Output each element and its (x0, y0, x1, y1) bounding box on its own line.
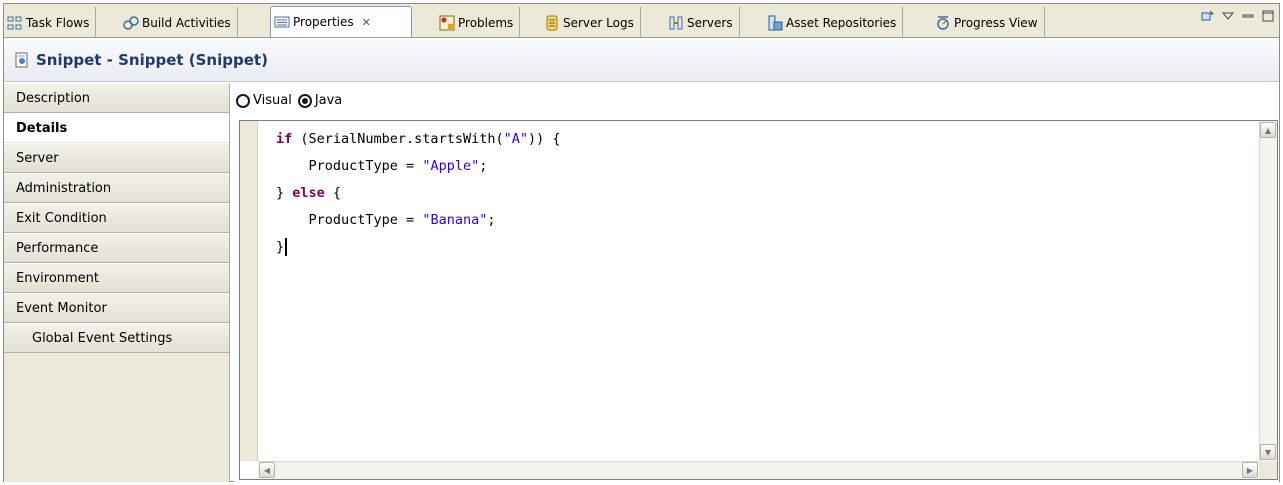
properties-title-bar: Snippet - Snippet (Snippet) (4, 39, 1279, 82)
code-line: } else { (276, 185, 342, 201)
java-code-editor[interactable]: if (SerialNumber.startsWith("A")) { Prod… (239, 120, 1278, 480)
sidebar-item-performance[interactable]: Performance (4, 233, 229, 263)
sidebar-item-global-event-settings[interactable]: Global Event Settings (4, 323, 229, 353)
tab-build-activities[interactable]: Build Activities (120, 7, 238, 38)
build-activities-icon (123, 15, 139, 30)
server-logs-icon (546, 15, 558, 30)
java-radio[interactable]: Java (297, 93, 343, 108)
radio-unchecked-icon (236, 93, 250, 108)
tab-label: Servers (687, 15, 733, 30)
sidebar-item-label: Event Monitor (16, 300, 107, 316)
pin-view-icon[interactable] (1201, 9, 1215, 23)
radio-label: Java (314, 93, 343, 108)
tab-servers[interactable]: Servers (665, 7, 740, 38)
editor-gutter (240, 121, 258, 461)
scrollbar-corner (1259, 461, 1277, 479)
sidebar-item-administration[interactable]: Administration (4, 173, 229, 203)
text-caret (285, 238, 288, 256)
radio-label: Visual (253, 93, 292, 108)
radio-checked-icon (297, 93, 312, 108)
code-line: } (276, 234, 561, 261)
scroll-left-button[interactable]: ◀ (259, 462, 275, 478)
sidebar-item-label: Environment (16, 270, 100, 286)
tab-label: Build Activities (142, 15, 231, 30)
tab-label: Server Logs (563, 15, 634, 30)
task-flows-icon (7, 16, 22, 29)
properties-sidebar: Description Details Server Administratio… (4, 83, 230, 482)
code-line: ProductType = "Banana"; (276, 212, 496, 228)
problems-icon (439, 15, 455, 30)
view-toolbar (1201, 9, 1275, 23)
view-menu-icon[interactable] (1221, 9, 1235, 23)
view-tab-bar: Task Flows Build Activities Properties ✕… (4, 4, 1279, 38)
sidebar-item-description[interactable]: Description (4, 83, 229, 113)
properties-icon (274, 16, 290, 28)
tab-properties[interactable]: Properties ✕ (270, 6, 412, 37)
close-icon[interactable]: ✕ (362, 16, 371, 29)
editor-mode-group: Visual Java (236, 93, 348, 108)
page-title: Snippet - Snippet (Snippet) (36, 51, 268, 69)
tab-problems[interactable]: Problems (436, 7, 521, 38)
tab-label: Progress View (954, 15, 1038, 30)
sidebar-item-label: Administration (16, 180, 112, 196)
progress-view-icon (937, 15, 949, 30)
tab-label: Problems (458, 15, 514, 30)
tab-label: Task Flows (26, 15, 90, 30)
asset-repositories-icon (768, 15, 783, 30)
sidebar-item-server[interactable]: Server (4, 143, 229, 173)
sidebar-item-event-monitor[interactable]: Event Monitor (4, 293, 229, 323)
servers-icon (669, 16, 683, 29)
tab-label: Asset Repositories (786, 15, 897, 30)
sidebar-item-label: Global Event Settings (32, 330, 173, 346)
code-text[interactable]: if (SerialNumber.startsWith("A")) { Prod… (276, 126, 561, 261)
sidebar-item-label: Details (16, 120, 68, 136)
tab-server-logs[interactable]: Server Logs (541, 7, 641, 38)
code-line: ProductType = "Apple"; (276, 158, 488, 174)
scroll-right-button[interactable]: ▶ (1242, 462, 1258, 478)
details-panel: Visual Java if (SerialNumber.startsWith(… (234, 83, 1279, 482)
properties-view: Task Flows Build Activities Properties ✕… (3, 3, 1280, 482)
tab-asset-repositories[interactable]: Asset Repositories (764, 7, 904, 38)
tab-progress-view[interactable]: Progress View (932, 7, 1045, 38)
sidebar-item-environment[interactable]: Environment (4, 263, 229, 293)
scroll-up-button[interactable]: ▲ (1260, 122, 1276, 138)
horizontal-scrollbar[interactable]: ◀ ▶ (258, 461, 1259, 479)
sidebar-item-label: Server (16, 150, 59, 166)
sidebar-item-details[interactable]: Details (4, 113, 229, 143)
snippet-icon (15, 52, 28, 68)
tab-label: Properties (293, 15, 354, 29)
tab-task-flows[interactable]: Task Flows (4, 7, 97, 38)
code-line: if (SerialNumber.startsWith("A")) { (276, 131, 561, 147)
minimize-icon[interactable] (1241, 9, 1255, 23)
vertical-scrollbar[interactable]: ▲ ▼ (1259, 121, 1277, 461)
visual-radio[interactable]: Visual (236, 93, 292, 108)
sidebar-item-exit-condition[interactable]: Exit Condition (4, 203, 229, 233)
scroll-down-button[interactable]: ▼ (1260, 444, 1276, 460)
sidebar-item-label: Performance (16, 240, 99, 256)
maximize-icon[interactable] (1261, 9, 1275, 23)
sidebar-item-label: Description (16, 90, 91, 106)
sidebar-item-label: Exit Condition (16, 210, 107, 226)
